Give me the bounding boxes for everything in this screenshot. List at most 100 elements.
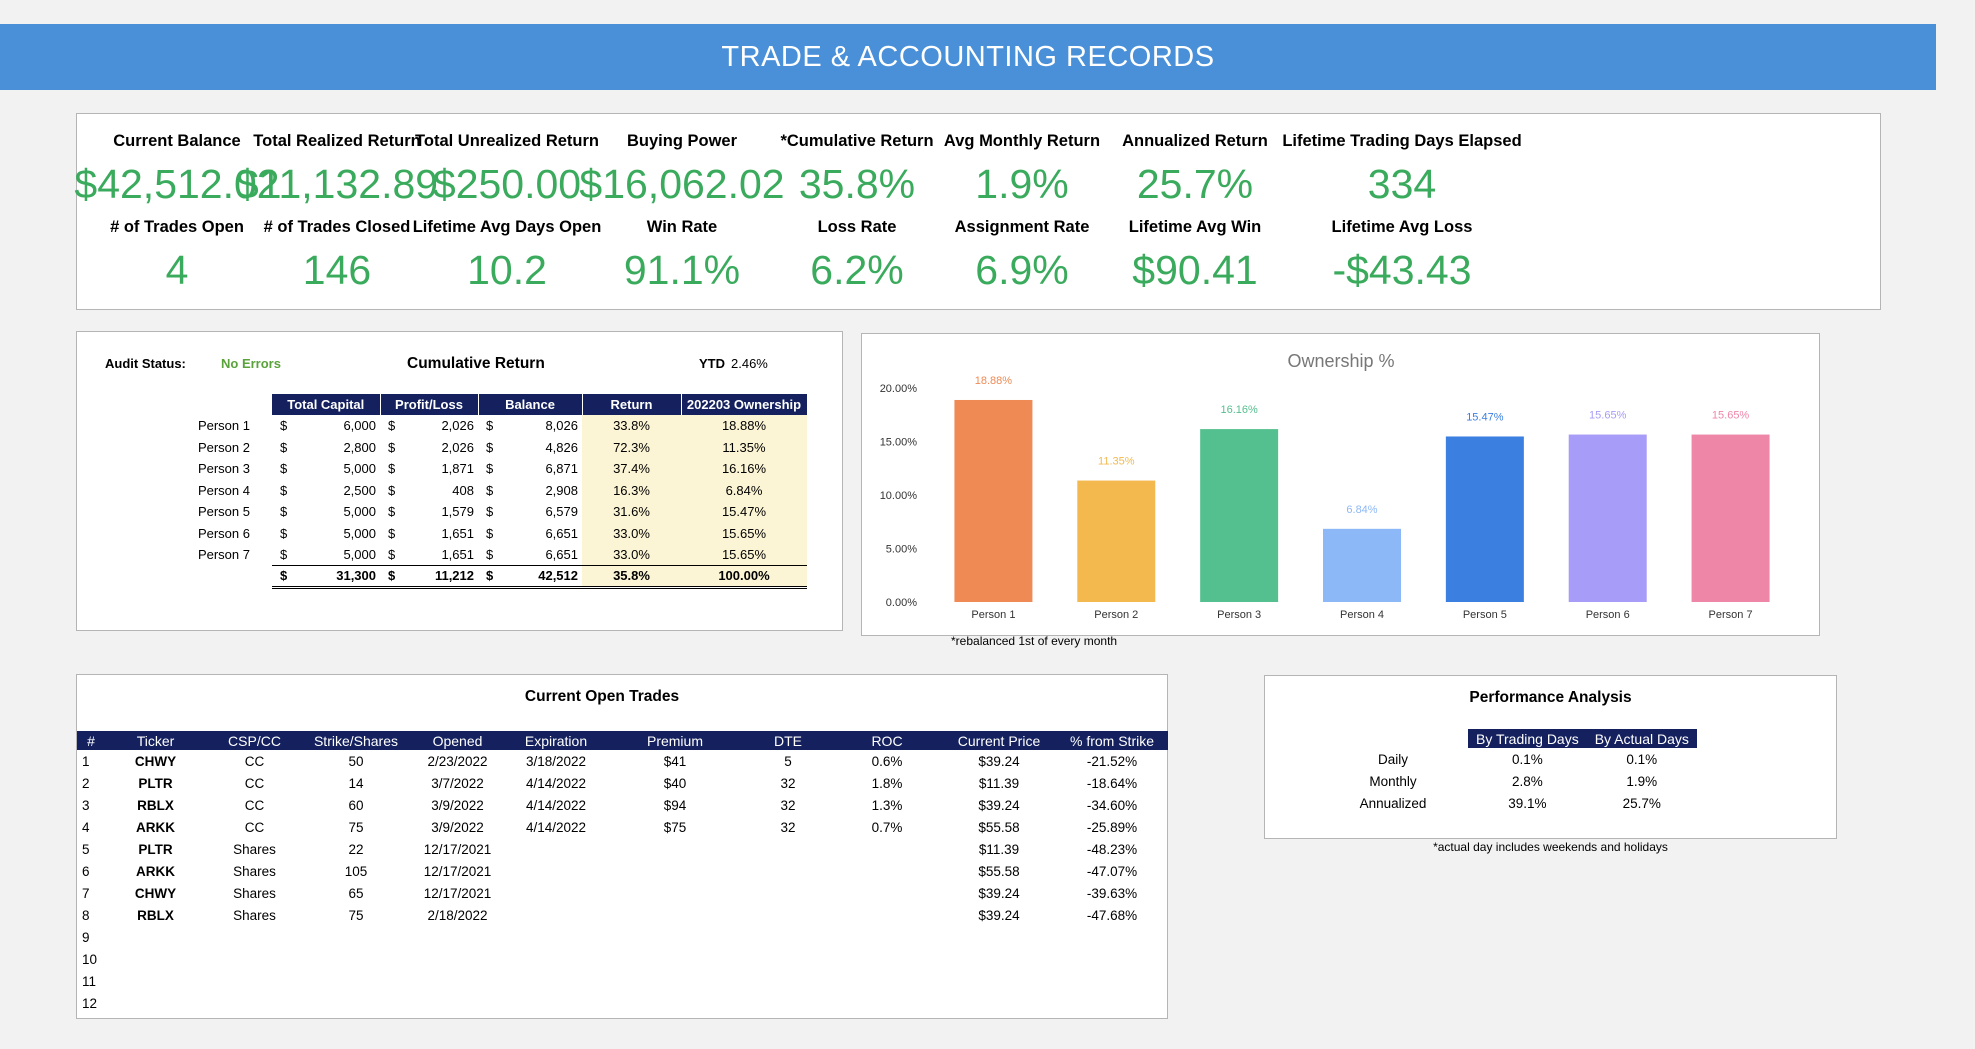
x-tick-label: Person 3: [1217, 609, 1261, 621]
table-row: 4 ARKK CC 75 3/9/2022 4/14/2022 $75 32 0.7% $55.5…: [77, 816, 1168, 838]
trades-cell: [506, 992, 606, 1014]
header-balance: Balance: [478, 394, 583, 415]
kpi-label: Lifetime Avg Loss: [1331, 218, 1473, 236]
header-profit-loss: Profit/Loss: [380, 394, 479, 415]
person-name: [193, 566, 272, 588]
y-tick-label: 15.00%: [880, 437, 918, 449]
trades-cell: [744, 926, 832, 948]
trades-cell: [832, 970, 942, 992]
balance-cell: 6,579: [545, 504, 578, 520]
period-label: Monthly: [1369, 773, 1417, 789]
chart-title: Ownership %: [1287, 351, 1394, 371]
trades-cell: RBLX: [137, 797, 174, 813]
trades-cell: $39.24: [978, 907, 1020, 923]
trades-cell: 3/7/2022: [431, 775, 484, 791]
ownership-bar: [1323, 528, 1401, 602]
cumulative-return-table: Total Capital Profit/Loss Balance Return…: [193, 394, 808, 589]
ownership-bar: [1691, 434, 1770, 602]
trades-cell: 3/9/2022: [431, 797, 484, 813]
trades-cell: [606, 882, 744, 904]
trades-cell: [606, 970, 744, 992]
table-row: 10: [77, 948, 1168, 970]
trades-cell: $94: [663, 797, 687, 813]
ownership-cell: 15.65%: [681, 522, 807, 544]
trades-cell: [832, 838, 942, 860]
trades-cell: [506, 860, 606, 882]
trades-cell: [744, 970, 832, 992]
header-blank: [193, 394, 272, 415]
ownership-bar: [954, 399, 1033, 602]
trades-cell: 0.7%: [871, 819, 903, 835]
currency-symbol: $: [486, 461, 494, 477]
ownership-bar: [1200, 429, 1279, 602]
trades-cell: $55.58: [978, 819, 1020, 835]
trades-cell: [832, 948, 942, 970]
person-name: Person 4: [197, 482, 250, 498]
currency-symbol: $: [280, 525, 288, 541]
currency-symbol: $: [388, 504, 396, 520]
currency-symbol: $: [486, 482, 494, 498]
profit-loss-cell: 1,871: [441, 461, 474, 477]
balance-cell: 6,871: [545, 461, 578, 477]
trades-cell: [105, 948, 206, 970]
trades-cell: 8: [82, 907, 90, 923]
trades-cell: 14: [348, 775, 364, 791]
ownership-cell: 11.35%: [681, 436, 807, 458]
trades-cell: Shares: [233, 863, 276, 879]
performance-title: Performance Analysis: [1469, 689, 1632, 706]
trades-cell: -34.60%: [1086, 797, 1138, 813]
table-row: 7 CHWY Shares 65 12/17/2021 $39.24 -39.63%: [77, 882, 1168, 904]
trades-cell: 22: [348, 841, 364, 857]
trades-cell: Shares: [233, 907, 276, 923]
rebalance-note: *rebalanced 1st of every month: [951, 634, 1118, 648]
person-name: Person 7: [197, 547, 250, 563]
x-tick-label: Person 6: [1586, 609, 1630, 621]
total-capital-cell: 5,000: [343, 461, 376, 477]
balance-cell: 6,651: [545, 547, 578, 562]
trades-cell: [832, 882, 942, 904]
total-capital-cell: 6,000: [343, 418, 376, 434]
trades-cell: 12/17/2021: [423, 841, 492, 857]
trades-cell: $11.39: [978, 775, 1020, 791]
table-row: Person 5 $5,000 $1,579 $6,579 31.6% 15.47%: [193, 501, 807, 523]
trades-cell: 0.6%: [871, 753, 903, 769]
bar-value-label: 16.16%: [1220, 404, 1258, 416]
trades-header-cell: % from Strike: [1056, 731, 1168, 750]
trades-cell: [409, 926, 506, 948]
trades-cell: [303, 970, 409, 992]
period-label: Annualized: [1359, 795, 1427, 811]
trades-cell: [606, 860, 744, 882]
trades-cell: RBLX: [137, 907, 174, 923]
return-cell: 16.3%: [582, 479, 681, 501]
table-row: Person 2 $2,800 $2,026 $4,826 72.3% 11.35%: [193, 436, 807, 458]
currency-symbol: $: [380, 565, 400, 589]
trades-header-cell: Premium: [606, 731, 744, 750]
header-return: Return: [582, 394, 682, 415]
trades-header-cell: #: [77, 731, 105, 750]
trades-cell: [942, 970, 1056, 992]
trades-cell: 1: [82, 753, 90, 769]
profit-loss-cell: 11,212: [399, 565, 478, 589]
trades-cell: [409, 948, 506, 970]
trades-cell: 10: [82, 951, 98, 967]
total-capital-cell: 2,500: [343, 482, 376, 498]
bar-value-label: 11.35%: [1098, 456, 1135, 468]
trades-cell: PLTR: [138, 775, 173, 791]
trades-cell: 12/17/2021: [423, 885, 492, 901]
trades-cell: -21.52%: [1086, 753, 1138, 769]
trades-cell: -47.07%: [1086, 863, 1138, 879]
trades-cell: [942, 992, 1056, 1014]
total-capital-cell: 31,300: [291, 565, 380, 589]
trades-cell: [506, 838, 606, 860]
trades-cell: Shares: [233, 885, 276, 901]
trades-cell: 2/18/2022: [427, 907, 488, 923]
trades-cell: -25.89%: [1086, 819, 1138, 835]
trades-cell: [606, 838, 744, 860]
trading-days-value: 2.8%: [1511, 773, 1543, 789]
trades-cell: $39.24: [978, 885, 1020, 901]
x-tick-label: Person 7: [1709, 609, 1753, 621]
trades-cell: CHWY: [134, 885, 177, 901]
header-by-trading-days: By Trading Days: [1468, 729, 1587, 748]
trades-cell: -18.64%: [1086, 775, 1138, 791]
ownership-bar: [1077, 480, 1156, 602]
